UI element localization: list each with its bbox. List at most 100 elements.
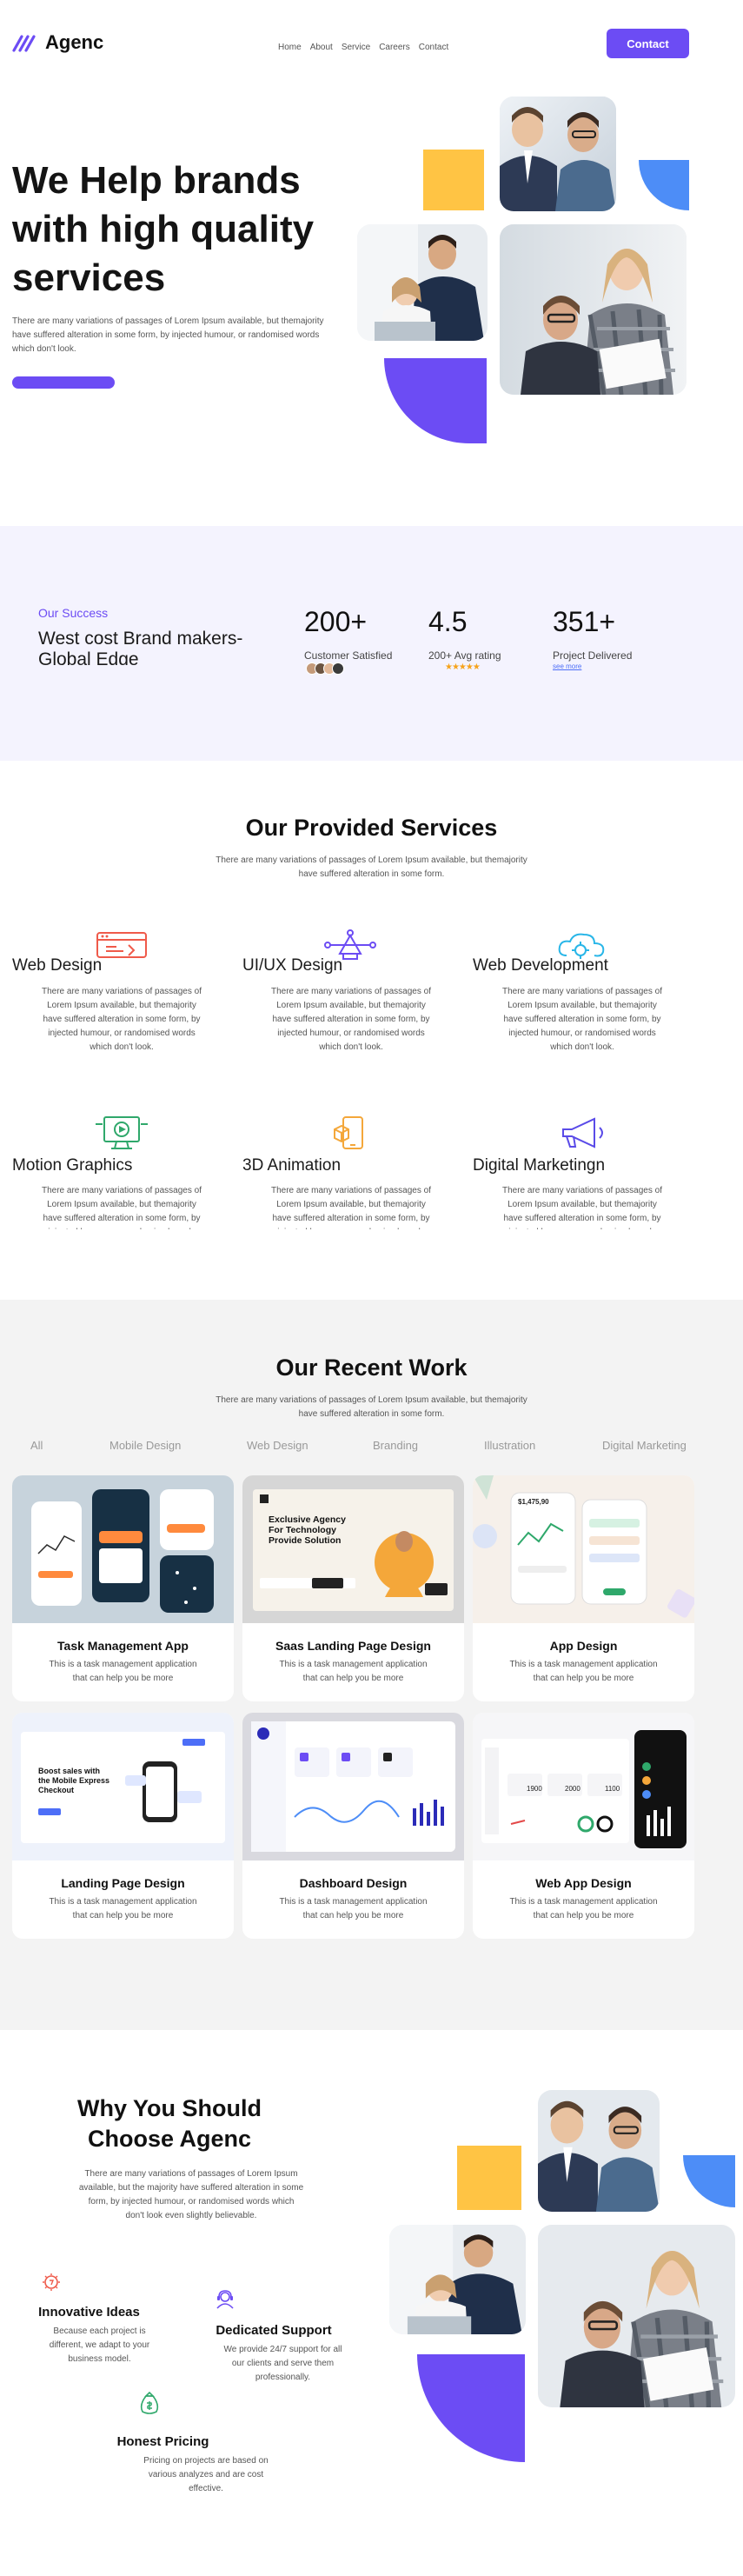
feature-title-honest-pricing: Honest Pricing — [116, 2434, 209, 2449]
decor-purple-quarter — [417, 2354, 525, 2462]
megaphone-icon — [554, 1115, 610, 1150]
logo-icon — [12, 35, 36, 52]
decor-yellow-square — [423, 150, 484, 210]
logo[interactable]: Agenc — [12, 31, 103, 54]
hero-title: We Help brands with high quality service… — [12, 156, 360, 303]
nav-contact[interactable]: Contact — [419, 43, 448, 52]
decor-yellow-square — [457, 2146, 521, 2210]
stat-label-customers: Customer Satisfied — [304, 649, 393, 662]
stat-label-rating: 200+ Avg rating — [428, 649, 501, 662]
filter-web-design[interactable]: Web Design — [247, 1439, 308, 1452]
service-title-motion-graphics: Motion Graphics — [12, 1156, 133, 1175]
service-title-3d-animation: 3D Animation — [242, 1156, 342, 1175]
mock-value: $1,475,90 — [518, 1498, 549, 1506]
hero-photo-office-duo — [357, 224, 488, 341]
work-card-title: App Design — [549, 1639, 618, 1653]
stats-eyebrow: Our Success — [38, 606, 109, 620]
work-card-title: Saas Landing Page Design — [275, 1639, 431, 1653]
hero-cta-button[interactable] — [12, 376, 115, 389]
work-card-app-design[interactable]: $1,475,90 App Design This is a task mana… — [473, 1475, 694, 1701]
work-card-image — [473, 1713, 694, 1860]
feature-description: We provide 24/7 support for all our clie… — [223, 2345, 342, 2382]
nav-home[interactable]: Home — [278, 43, 302, 52]
why-photo-office-duo — [389, 2225, 526, 2334]
feature-description: Because each project is different, we ad… — [49, 2326, 150, 2364]
mock-value: 1100 — [605, 1785, 620, 1793]
service-description: There are many variations of passages of… — [42, 1186, 202, 1229]
see-more-link[interactable]: see more — [553, 662, 581, 670]
rating-stars-icon: ★★★★★ — [445, 662, 481, 672]
service-description: There are many variations of passages of… — [502, 987, 662, 1052]
service-description: There are many variations of passages of… — [502, 1186, 662, 1229]
service-description: There are many variations of passages of… — [271, 987, 431, 1052]
work-card-title: Dashboard Design — [299, 1876, 408, 1890]
filter-all[interactable]: All — [30, 1439, 43, 1452]
service-description: There are many variations of passages of… — [271, 1186, 431, 1229]
work-card-description: This is a task management application th… — [279, 1660, 428, 1683]
decor-blue-quarter — [683, 2155, 735, 2207]
mock-headline: Boost sales with the Mobile Express Chec… — [38, 1767, 110, 1794]
why-photo-team — [538, 2225, 735, 2407]
decor-purple-quarter — [384, 358, 487, 443]
why-title: Why You Should Choose Agenc — [52, 2093, 287, 2154]
main-nav: Home About Service Careers Contact — [278, 43, 448, 52]
mock-headline: Exclusive Agency For Technology Provide … — [269, 1514, 346, 1546]
work-card-title: Landing Page Design — [61, 1876, 185, 1890]
monitor-icon — [94, 1115, 149, 1150]
why-title-line: Choose Agenc — [87, 2126, 252, 2152]
work-card-saas-landing[interactable]: Exclusive Agency For Technology Provide … — [242, 1475, 464, 1701]
stat-value-projects: 351+ — [553, 606, 616, 637]
hero-photo-business-pair — [500, 97, 616, 211]
work-card-landing-page[interactable]: Boost sales with the Mobile Express Chec… — [12, 1713, 234, 1939]
logo-text: Agenc — [45, 31, 104, 53]
mock-value: 2000 — [565, 1785, 580, 1793]
nav-about[interactable]: About — [310, 43, 333, 52]
stat-value-rating: 4.5 — [428, 606, 468, 637]
hero-title-line: services — [12, 256, 166, 299]
services-subtitle: There are many variations of passages of… — [0, 854, 743, 882]
filter-mobile-design[interactable]: Mobile Design — [109, 1439, 181, 1452]
landing-page: Agenc Home About Service Careers Contact… — [0, 0, 743, 2576]
service-title-uiux-design: UI/UX Design — [242, 956, 343, 975]
service-title-web-development: Web Development — [473, 956, 608, 975]
service-title-web-design: Web Design — [12, 956, 103, 975]
stat-value-customers: 200+ — [304, 606, 368, 637]
work-card-task-management[interactable]: Task Management App This is a task manag… — [12, 1475, 234, 1701]
service-description: There are many variations of passages of… — [42, 987, 202, 1052]
feature-title-dedicated-support: Dedicated Support — [216, 2323, 332, 2338]
contact-button[interactable]: Contact — [607, 29, 689, 58]
services-subtitle-line: There are many variations of passages of… — [216, 855, 527, 865]
phone-cube-icon — [322, 1115, 378, 1150]
work-subtitle-line: have suffered alteration in some form. — [298, 1409, 445, 1419]
work-card-image — [12, 1475, 234, 1623]
why-description: There are many variations of passages of… — [78, 2169, 304, 2220]
why-title-line: Why You Should — [77, 2095, 262, 2121]
support-agent-icon — [214, 2289, 236, 2310]
work-subtitle: There are many variations of passages of… — [0, 1394, 743, 1421]
stat-label-projects: Project Delivered — [553, 649, 633, 662]
work-card-description: This is a task management application th… — [49, 1897, 197, 1920]
mock-value: 1900 — [527, 1785, 542, 1793]
work-card-description: This is a task management application th… — [509, 1660, 658, 1683]
browser-icon — [94, 929, 149, 964]
nav-service[interactable]: Service — [342, 43, 370, 52]
work-card-image — [473, 1475, 694, 1623]
feature-description: Pricing on projects are based on various… — [143, 2456, 269, 2493]
why-photo-business-pair — [538, 2090, 660, 2212]
nav-careers[interactable]: Careers — [379, 43, 410, 52]
services-subtitle-line: have suffered alteration in some form. — [298, 869, 445, 879]
work-card-web-app[interactable]: 1900 2000 1100 Web App Design This is a … — [473, 1713, 694, 1939]
work-card-title: Task Management App — [57, 1639, 189, 1653]
work-card-dashboard[interactable]: Dashboard Design This is a task manageme… — [242, 1713, 464, 1939]
work-card-description: This is a task management application th… — [49, 1660, 197, 1683]
hero-title-line: with high quality — [12, 208, 315, 250]
decor-blue-quarter — [639, 160, 689, 210]
work-title: Our Recent Work — [275, 1355, 468, 1381]
filter-illustration[interactable]: Illustration — [484, 1439, 535, 1452]
services-title: Our Provided Services — [245, 815, 498, 841]
service-title-digital-marketing: Digital Marketingn — [473, 1156, 606, 1175]
work-card-title: Web App Design — [535, 1876, 632, 1890]
filter-branding[interactable]: Branding — [373, 1439, 418, 1452]
filter-digital-marketing[interactable]: Digital Marketing — [602, 1439, 687, 1452]
work-card-image — [242, 1713, 464, 1860]
